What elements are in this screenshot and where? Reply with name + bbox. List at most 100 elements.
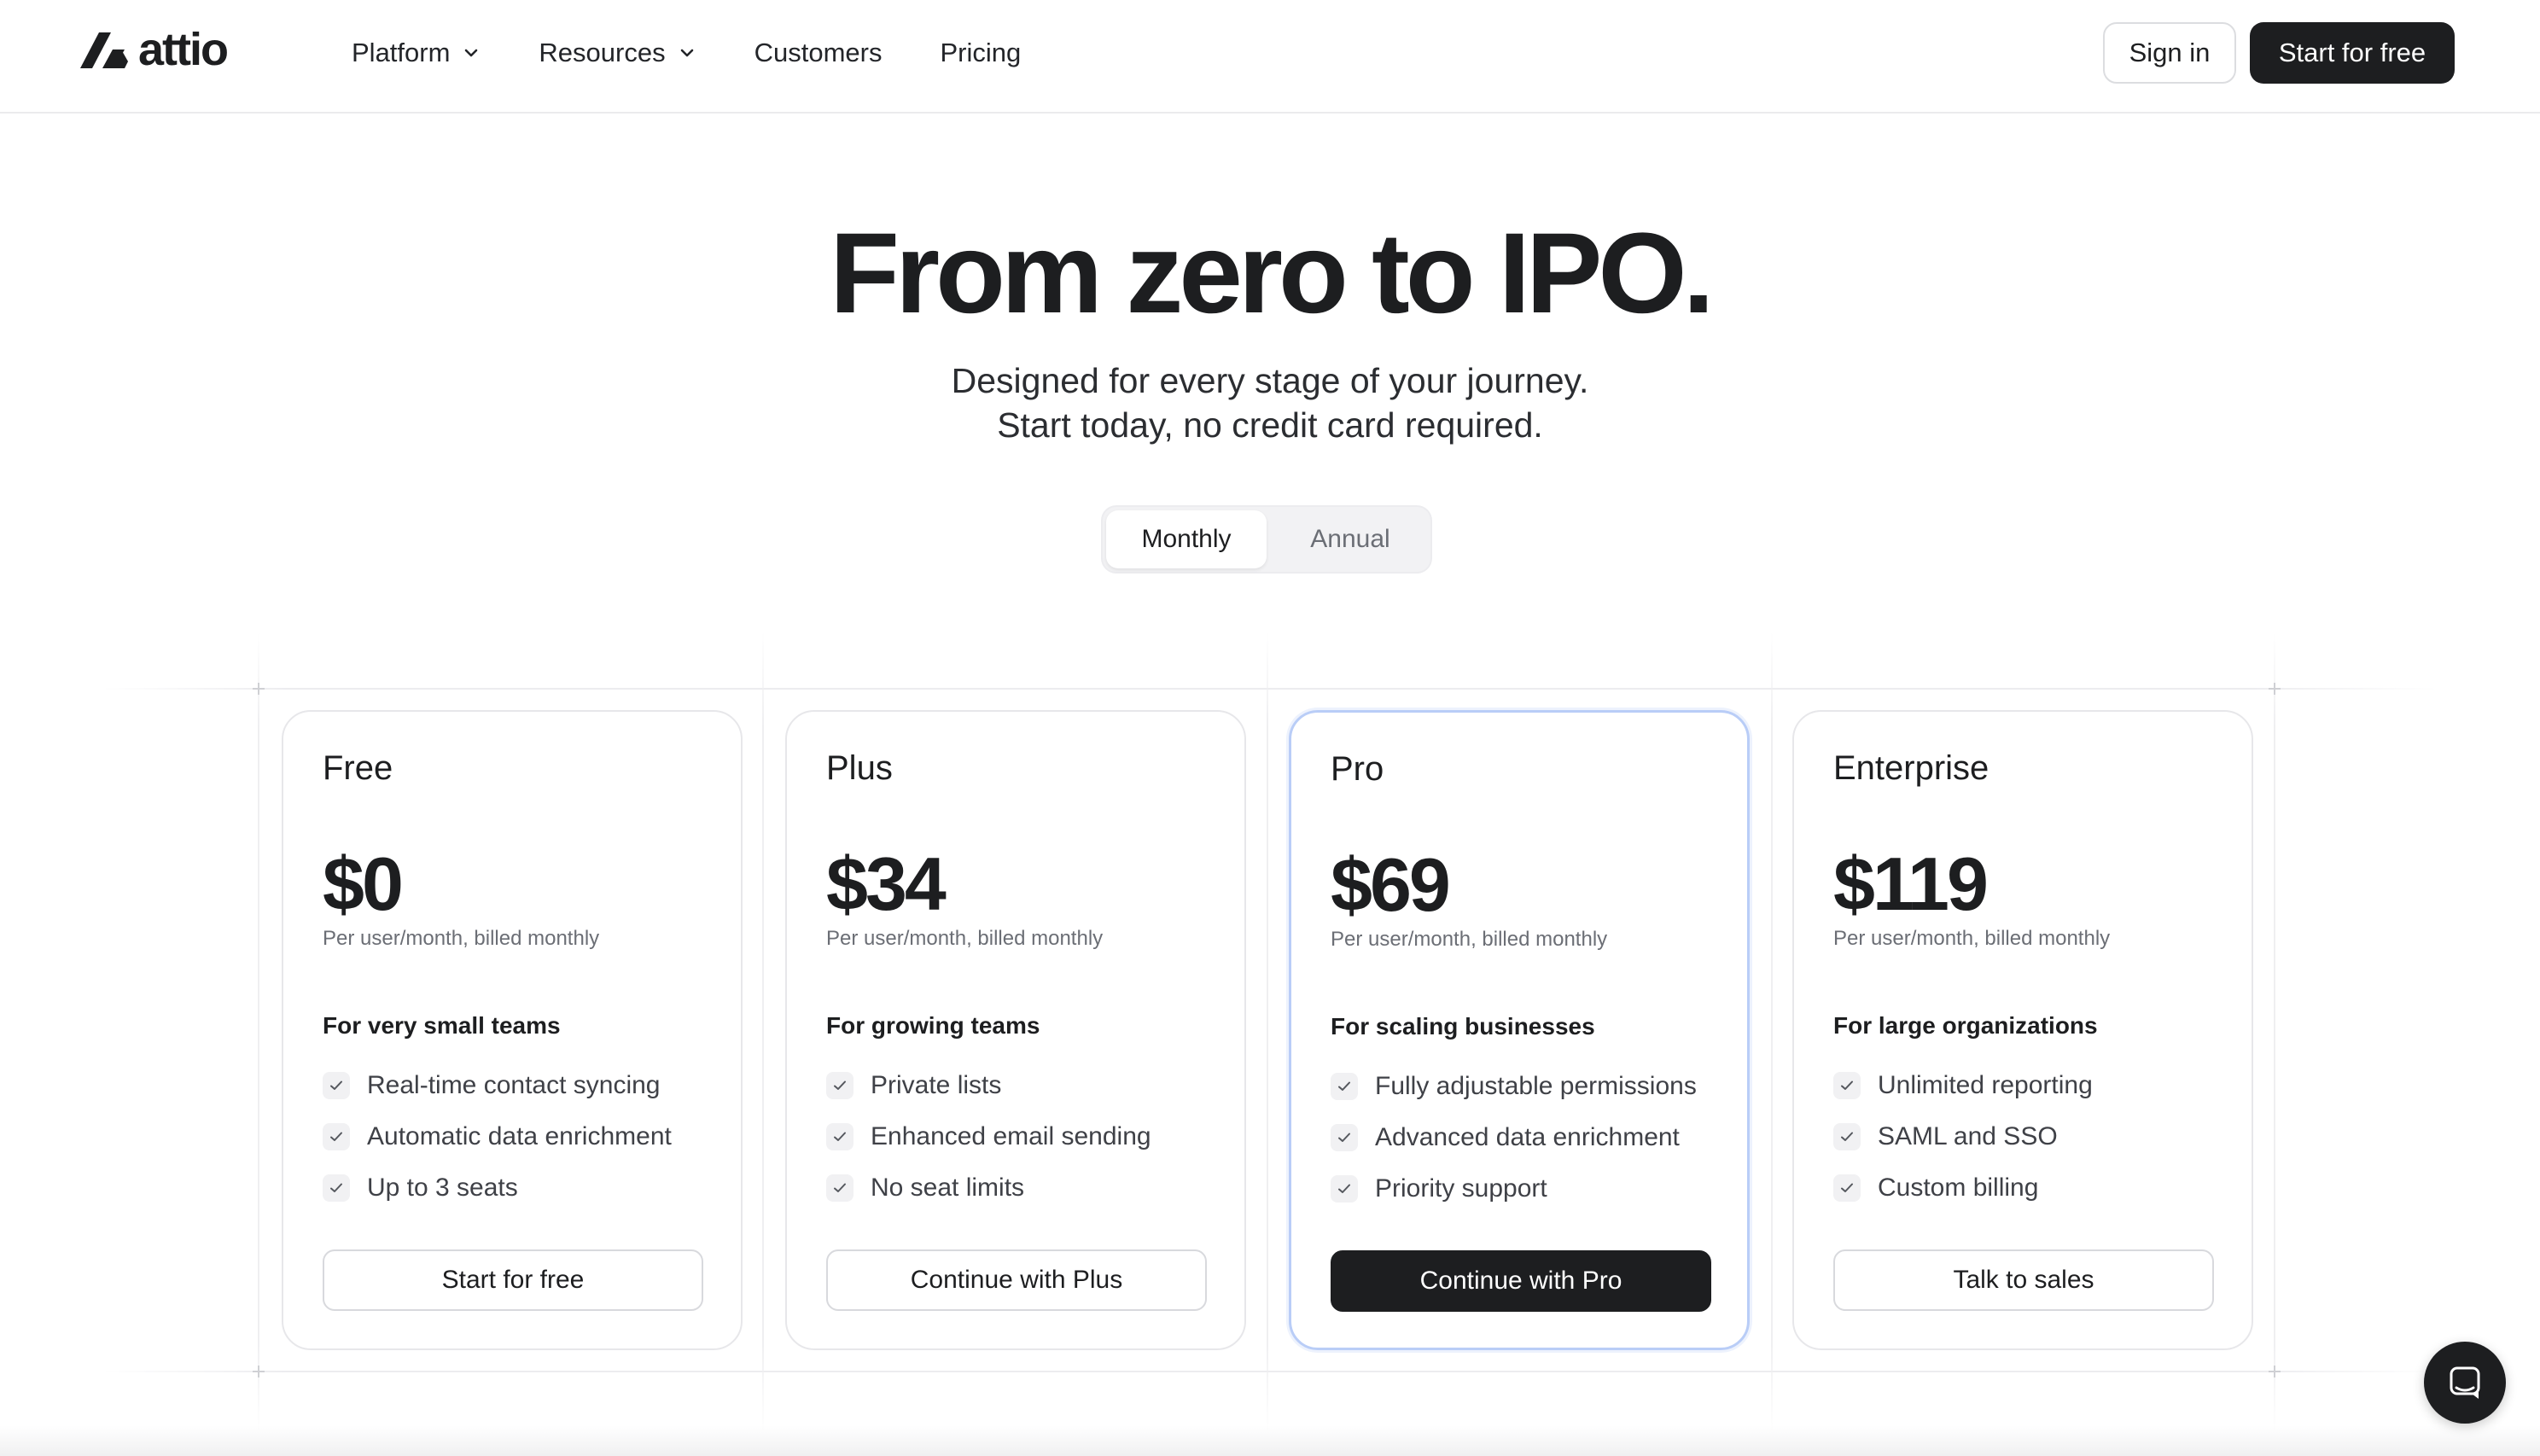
attio-logo[interactable]: attio: [77, 24, 229, 75]
grid-plus-marker: [2269, 683, 2281, 695]
check-icon: [1331, 1124, 1358, 1151]
feature-label: Automatic data enrichment: [367, 1122, 672, 1150]
brand-name: attio: [138, 24, 229, 75]
main-nav: Platform Resources Customers Pricing: [352, 0, 1079, 106]
check-icon: [1833, 1174, 1861, 1202]
chat-launcher-button[interactable]: [2424, 1342, 2506, 1424]
list-item: Advanced data enrichment: [1331, 1112, 1697, 1163]
check-icon: [826, 1123, 853, 1150]
list-item: Custom billing: [1833, 1162, 2093, 1214]
list-item: Private lists: [826, 1060, 1151, 1111]
chevron-down-icon: [680, 49, 693, 57]
feature-label: SAML and SSO: [1878, 1122, 2058, 1150]
check-icon: [1331, 1175, 1358, 1203]
plan-name: Free: [323, 749, 393, 787]
feature-label: Custom billing: [1878, 1174, 2039, 1202]
attio-logo-icon: [80, 32, 128, 68]
list-item: No seat limits: [826, 1162, 1151, 1214]
nav-customers-label: Customers: [754, 38, 883, 67]
grid-line: [102, 1371, 2438, 1372]
check-icon: [826, 1072, 853, 1099]
plan-name: Plus: [826, 749, 893, 787]
grid-line: [1771, 632, 1773, 1434]
plan-billing-note: Per user/month, billed monthly: [1833, 927, 2111, 950]
feature-label: Unlimited reporting: [1878, 1071, 2093, 1099]
bottom-edge-fade: [0, 1425, 2540, 1456]
list-item: Automatic data enrichment: [323, 1111, 672, 1162]
plan-card-pro: Pro $69 Per user/month, billed monthly F…: [1289, 710, 1750, 1350]
plan-feature-list: Unlimited reporting SAML and SSO Custom …: [1833, 1060, 2093, 1214]
check-icon: [1833, 1123, 1861, 1150]
grid-line: [258, 632, 259, 1434]
plan-name: Enterprise: [1833, 749, 1989, 787]
hero-subtitle-line-2: Start today, no credit card required.: [997, 405, 1543, 445]
chevron-down-icon: [465, 49, 478, 57]
grid-plus-marker: [2269, 1366, 2281, 1377]
hero-subtitle-line-1: Designed for every stage of your journey…: [951, 361, 1589, 400]
grid-line: [762, 632, 764, 1434]
feature-label: Enhanced email sending: [871, 1122, 1151, 1150]
nav-platform[interactable]: Platform: [352, 38, 481, 68]
list-item: Fully adjustable permissions: [1331, 1061, 1697, 1112]
plan-card-enterprise: Enterprise $119 Per user/month, billed m…: [1792, 710, 2253, 1350]
toggle-annual[interactable]: Annual: [1270, 510, 1430, 568]
plan-card-free: Free $0 Per user/month, billed monthly F…: [282, 710, 743, 1350]
plan-name: Pro: [1331, 750, 1384, 788]
check-icon: [826, 1174, 853, 1202]
grid-plus-marker: [253, 683, 265, 695]
chat-bubble-icon: [2450, 1366, 2480, 1399]
billing-period-toggle: Monthly Annual: [1101, 505, 1432, 574]
nav-pricing[interactable]: Pricing: [940, 38, 1021, 68]
page-title: From zero to IPO.: [830, 210, 1715, 337]
toggle-monthly[interactable]: Monthly: [1106, 510, 1267, 568]
feature-label: Up to 3 seats: [367, 1174, 518, 1202]
check-icon: [323, 1072, 350, 1099]
plan-price: $0: [323, 842, 404, 926]
plan-price: $69: [1331, 842, 1451, 927]
plan-audience: For very small teams: [323, 1012, 561, 1039]
list-item: Enhanced email sending: [826, 1111, 1151, 1162]
grid-line: [1267, 632, 1268, 1434]
check-icon: [1331, 1073, 1358, 1100]
nav-platform-label: Platform: [352, 38, 451, 67]
list-item: Up to 3 seats: [323, 1162, 672, 1214]
feature-label: No seat limits: [871, 1174, 1025, 1202]
feature-label: Fully adjustable permissions: [1375, 1072, 1697, 1100]
grid-line: [2274, 632, 2275, 1434]
plan-feature-list: Private lists Enhanced email sending No …: [826, 1060, 1151, 1214]
list-item: Real-time contact syncing: [323, 1060, 672, 1111]
plan-audience: For scaling businesses: [1331, 1013, 1595, 1040]
nav-customers[interactable]: Customers: [754, 38, 883, 68]
hero-subtitle: Designed for every stage of your journey…: [0, 358, 2540, 447]
plan-billing-note: Per user/month, billed monthly: [323, 927, 600, 950]
check-icon: [323, 1174, 350, 1202]
check-icon: [1833, 1072, 1861, 1099]
list-item: Unlimited reporting: [1833, 1060, 2093, 1111]
check-icon: [323, 1123, 350, 1150]
continue-with-plus-button[interactable]: Continue with Plus: [826, 1249, 1207, 1311]
feature-label: Real-time contact syncing: [367, 1071, 661, 1099]
plan-billing-note: Per user/month, billed monthly: [826, 927, 1104, 950]
talk-to-sales-button[interactable]: Talk to sales: [1833, 1249, 2214, 1311]
feature-label: Advanced data enrichment: [1375, 1123, 1680, 1151]
plan-audience: For growing teams: [826, 1012, 1040, 1039]
plan-card-plus: Plus $34 Per user/month, billed monthly …: [785, 710, 1246, 1350]
top-nav: attio Platform Resources Customers Prici…: [0, 0, 2540, 114]
feature-label: Private lists: [871, 1071, 1002, 1099]
plan-feature-list: Fully adjustable permissions Advanced da…: [1331, 1061, 1697, 1214]
nav-resources-label: Resources: [539, 38, 666, 67]
plan-billing-note: Per user/month, billed monthly: [1331, 928, 1608, 951]
start-for-free-button[interactable]: Start for free: [2250, 22, 2455, 84]
plan-price: $119: [1833, 842, 1989, 926]
grid-plus-marker: [253, 1366, 265, 1377]
nav-resources[interactable]: Resources: [539, 38, 696, 68]
nav-pricing-label: Pricing: [940, 38, 1022, 67]
plan-price: $34: [826, 842, 947, 926]
sign-in-button[interactable]: Sign in: [2103, 22, 2236, 84]
plan-audience: For large organizations: [1833, 1012, 2098, 1039]
list-item: Priority support: [1331, 1163, 1697, 1214]
continue-with-pro-button[interactable]: Continue with Pro: [1331, 1250, 1711, 1312]
list-item: SAML and SSO: [1833, 1111, 2093, 1162]
feature-label: Priority support: [1375, 1174, 1547, 1203]
start-for-free-plan-button[interactable]: Start for free: [323, 1249, 703, 1311]
